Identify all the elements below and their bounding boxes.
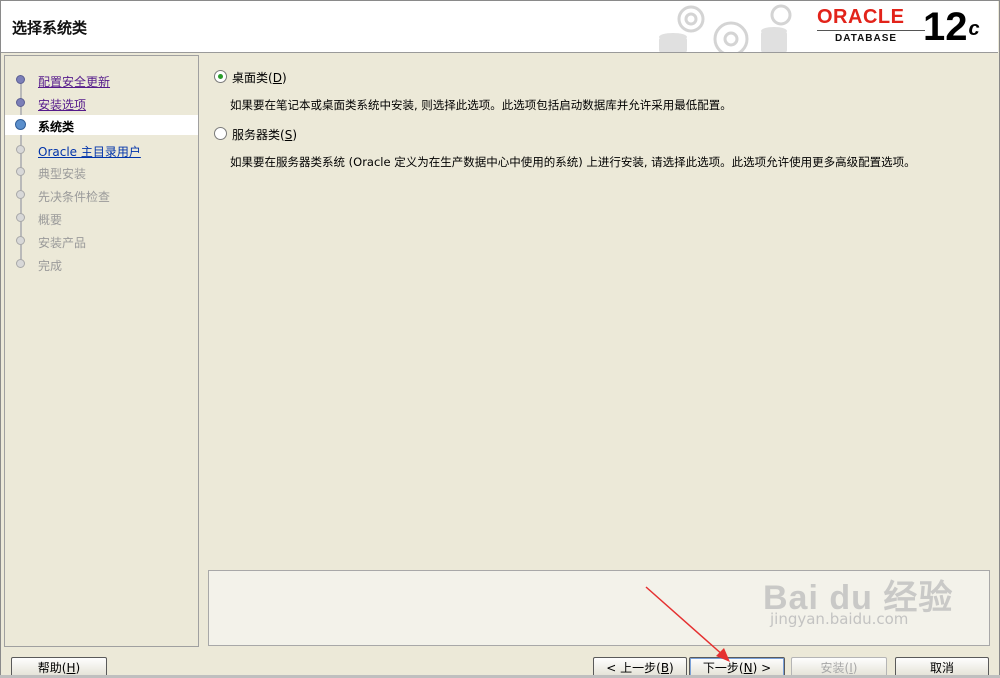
step-label: 安装选项 [38,98,87,112]
baidu-watermark-url: jingyan.baidu.com [770,610,909,628]
version-logo: 12c [923,3,980,51]
step-config-security-updates[interactable]: 配置安全更新 [5,70,198,90]
step-summary: 概要 [5,208,198,228]
step-current-icon [15,119,26,130]
version-suffix: c [968,18,980,40]
database-wordmark: DATABASE [817,30,925,44]
step-prereq-checks: 先决条件检查 [5,185,198,205]
header: 选择系统类 ORACLE DATABASE 12c [1,1,998,53]
step-pending-icon [16,145,25,154]
next-button[interactable]: 下一步(N) > [689,657,785,677]
step-pending-icon [16,190,25,199]
desktop-class-description: 如果要在笔记本或桌面类系统中安装, 则选择此选项。此选项包括启动数据库并允许采用… [230,98,732,112]
step-done-icon [16,98,25,107]
step-done-icon [16,75,25,84]
step-label: 概要 [38,213,63,227]
steps-sidebar: 配置安全更新 安装选项 系统类 Oracle 主目录用户 典型安装 先决条件检查… [4,55,199,647]
step-label: 完成 [38,259,63,273]
step-finish: 完成 [5,254,198,274]
server-class-description: 如果要在服务器类系统 (Oracle 定义为在生产数据中心中使用的系统) 上进行… [230,155,916,169]
step-label: Oracle 主目录用户 [38,145,141,159]
step-typical-install: 典型安装 [5,162,198,182]
step-oracle-home-user[interactable]: Oracle 主目录用户 [5,140,198,160]
step-pending-icon [16,167,25,176]
step-label: 先决条件检查 [38,190,111,204]
gears-decoration-icon [659,4,792,52]
step-label: 系统类 [38,120,75,134]
cancel-button[interactable]: 取消 [895,657,989,677]
install-button: 安装(I) [791,657,887,677]
back-button[interactable]: < 上一步(B) [593,657,687,677]
oracle-logo: ORACLE DATABASE [817,7,925,44]
step-pending-icon [16,213,25,222]
oracle-wordmark: ORACLE [817,6,905,28]
page-title: 选择系统类 [12,19,88,37]
desktop-class-radio[interactable] [214,70,227,83]
step-install-options[interactable]: 安装选项 [5,93,198,113]
main-content: 桌面类(D) 如果要在笔记本或桌面类系统中安装, 则选择此选项。此选项包括启动数… [200,55,996,646]
step-pending-icon [16,236,25,245]
help-button[interactable]: 帮助(H) [11,657,107,677]
step-label: 配置安全更新 [38,75,111,89]
step-pending-icon [16,259,25,268]
step-label: 安装产品 [38,236,87,250]
server-class-radio[interactable] [214,127,227,140]
step-system-class[interactable]: 系统类 [5,115,198,135]
step-label: 典型安装 [38,167,87,181]
desktop-class-label: 桌面类(D) [232,71,287,85]
version-number: 12 [923,5,968,49]
step-install-product: 安装产品 [5,231,198,251]
server-class-label: 服务器类(S) [232,128,298,142]
